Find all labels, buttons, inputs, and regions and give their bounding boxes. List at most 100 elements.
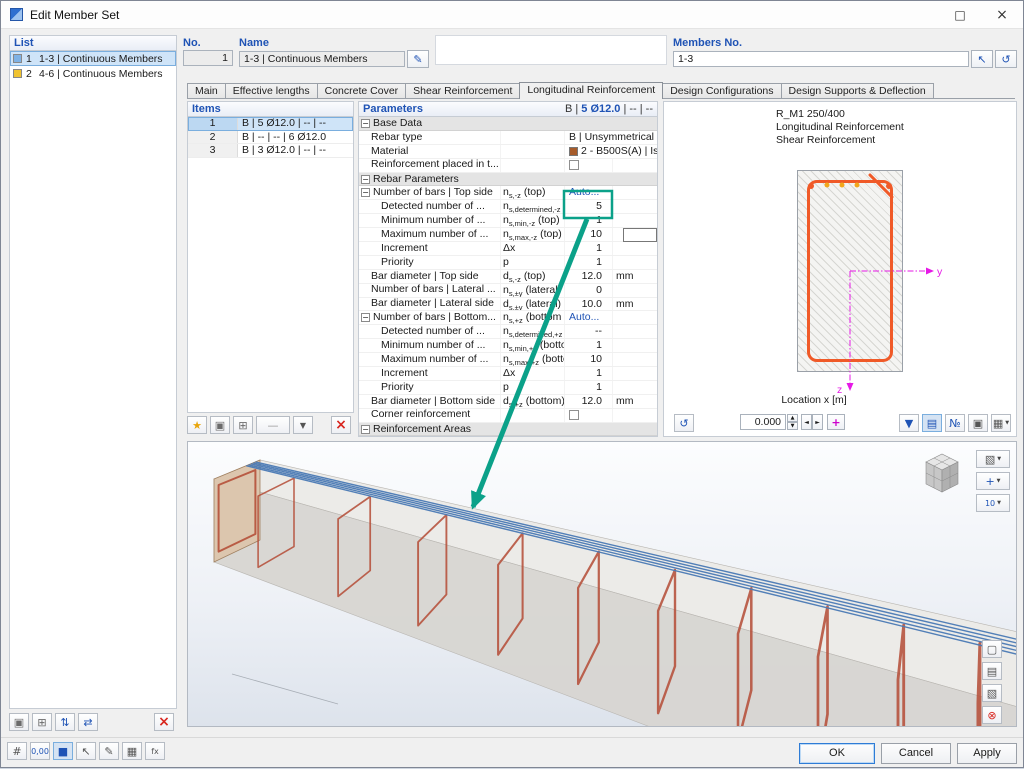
parameter-row[interactable]: Priorityp1 xyxy=(359,256,657,270)
parameter-row[interactable]: Corner reinforcement xyxy=(359,409,657,423)
parameter-value[interactable]: 2 - B500S(A) | Is... xyxy=(565,145,657,158)
parameter-value[interactable]: 1 xyxy=(565,339,613,352)
filter-button[interactable]: ▼ xyxy=(899,414,919,432)
tab-shear-reinforcement[interactable]: Shear Reinforcement xyxy=(405,83,520,98)
duplicate-entry-button[interactable]: ⊞ xyxy=(32,713,52,731)
parameter-section[interactable]: −Rebar Parameters xyxy=(359,173,657,187)
parameter-value[interactable]: -- xyxy=(565,325,613,338)
tab-design-configurations[interactable]: Design Configurations xyxy=(662,83,781,98)
snap-grid-button[interactable]: # xyxy=(7,742,27,760)
collapse-icon[interactable]: − xyxy=(361,188,370,197)
parameter-value[interactable]: B | Unsymmetrical xyxy=(565,131,657,144)
edit-name-button[interactable]: ✎ xyxy=(407,50,429,68)
items-more-button[interactable]: ▼ xyxy=(293,416,313,434)
parameter-value[interactable]: 0 xyxy=(565,284,613,297)
parameter-row[interactable]: Bar diameter | Top sideds,-z (top)12.0mm xyxy=(359,270,657,284)
collapse-icon[interactable]: − xyxy=(361,175,370,184)
parameter-value[interactable]: 1 xyxy=(565,242,613,255)
location-step-back[interactable]: ◄ xyxy=(801,414,812,430)
parameter-row[interactable]: Number of bars | Lateral ...ns,±y (later… xyxy=(359,284,657,298)
parameter-row[interactable]: Rebar typeB | Unsymmetrical xyxy=(359,131,657,145)
parameter-value[interactable]: 10 xyxy=(565,228,613,241)
formula-button[interactable]: fx xyxy=(145,742,165,760)
parameter-row[interactable]: Maximum number of ...ns,max,+z (bottom)1… xyxy=(359,353,657,367)
members-no-field[interactable]: 1-3 xyxy=(673,51,969,67)
reset-members-button[interactable]: ↺ xyxy=(995,50,1017,68)
pick-object-button[interactable]: ↖ xyxy=(76,742,96,760)
font-size-button[interactable]: 10▼ xyxy=(976,494,1010,512)
collapse-icon[interactable]: − xyxy=(361,119,370,128)
clipping-box-button[interactable]: ▧ xyxy=(982,684,1002,702)
list-entry[interactable]: 11-3 | Continuous Members xyxy=(10,51,176,66)
tab-longitudinal-reinforcement[interactable]: Longitudinal Reinforcement xyxy=(519,82,663,99)
result-tables-button[interactable]: ▦ xyxy=(122,742,142,760)
zoom-off-button[interactable]: ⊗ xyxy=(982,706,1002,724)
display-properties-button[interactable]: ▧▼ xyxy=(976,450,1010,468)
apply-button[interactable]: Apply xyxy=(957,743,1017,764)
checkbox[interactable] xyxy=(569,410,579,420)
parameter-value[interactable]: Auto... xyxy=(565,311,613,324)
location-x-input[interactable]: 0.000 xyxy=(740,414,786,430)
parameter-row[interactable]: Maximum number of ...ns,max,-z (top)10 xyxy=(359,228,657,242)
print-graphic-button[interactable]: ▦▼ xyxy=(991,414,1011,432)
mouse-mode-button[interactable]: ▢ xyxy=(982,640,1002,658)
location-spin-up[interactable]: ▲ xyxy=(787,414,798,422)
copy-item-settings-button[interactable]: ⊞ xyxy=(233,416,253,434)
cancel-button[interactable]: Cancel xyxy=(881,743,951,764)
parameter-row[interactable]: Detected number of ...ns,determined,+z (… xyxy=(359,325,657,339)
delete-item-button[interactable]: × xyxy=(331,416,351,434)
parameter-value[interactable]: 1 xyxy=(565,367,613,380)
parameter-row[interactable]: Minimum number of ...ns,min,+z (bottom)1 xyxy=(359,339,657,353)
parameter-row[interactable]: −Number of bars | Top sidens,-z (top)Aut… xyxy=(359,186,657,200)
navigation-cube[interactable] xyxy=(916,448,968,498)
collapse-icon[interactable]: − xyxy=(361,313,370,322)
3d-viewport[interactable]: ▧▼ +▼ 10▼ ▢ ▤ ▧ ⊗ xyxy=(187,441,1017,727)
parameter-row[interactable]: Bar diameter | Lateral sideds,±y (latera… xyxy=(359,298,657,312)
copy-graphic-button[interactable]: ▣ xyxy=(968,414,988,432)
units-button[interactable]: 0,00 xyxy=(30,742,50,760)
item-row[interactable]: 2B | -- | -- | 6 Ø12.0 xyxy=(188,131,353,145)
parameter-row[interactable]: IncrementΔx1 xyxy=(359,242,657,256)
parameter-row[interactable]: Reinforcement placed in t... xyxy=(359,159,657,173)
numbering-button[interactable]: № xyxy=(945,414,965,432)
edit-tool-button[interactable]: ✎ xyxy=(99,742,119,760)
tab-effective-lengths[interactable]: Effective lengths xyxy=(225,83,318,98)
parameter-value[interactable]: 1 xyxy=(565,381,613,394)
parameter-section[interactable]: −Base Data xyxy=(359,117,657,131)
location-spin-down[interactable]: ▼ xyxy=(787,422,798,430)
select-box-button[interactable]: ■ xyxy=(53,742,73,760)
parameter-value[interactable]: 12.0 xyxy=(565,270,613,283)
collapse-icon[interactable]: − xyxy=(361,425,370,434)
parameter-row[interactable]: IncrementΔx1 xyxy=(359,367,657,381)
refresh-preview-button[interactable]: ↺ xyxy=(674,414,694,432)
tab-main[interactable]: Main xyxy=(187,83,226,98)
parameter-value[interactable]: 1 xyxy=(565,214,613,227)
close-button[interactable]: × xyxy=(981,1,1023,29)
parameter-row[interactable]: Material2 - B500S(A) | Is... xyxy=(359,145,657,159)
parameter-row[interactable]: Bar diameter | Bottom sideds,+z (bottom)… xyxy=(359,395,657,409)
coordinate-systems-button[interactable]: +▼ xyxy=(976,472,1010,490)
item-row[interactable]: 3B | 3 Ø12.0 | -- | -- xyxy=(188,144,353,158)
renumber-entries-button[interactable]: ⇄ xyxy=(78,713,98,731)
parameter-value[interactable]: 10.0 xyxy=(565,298,613,311)
parameter-section[interactable]: −Reinforcement Areas xyxy=(359,423,657,437)
parameter-row[interactable]: −Number of bars | Bottom...ns,+z (bottom… xyxy=(359,311,657,325)
extend-item-button[interactable]: — xyxy=(256,416,290,434)
new-item-button[interactable]: ★ xyxy=(187,416,207,434)
name-field[interactable]: 1-3 | Continuous Members xyxy=(239,51,405,67)
parameter-value[interactable]: 1 xyxy=(565,256,613,269)
parameter-row[interactable]: Priorityp1 xyxy=(359,381,657,395)
location-step-forward[interactable]: ► xyxy=(812,414,823,430)
parameter-value[interactable]: 12.0 xyxy=(565,395,613,408)
pin-location-button[interactable]: + xyxy=(827,414,845,430)
view-settings-button[interactable]: ▤ xyxy=(922,414,942,432)
section-preview-panel[interactable]: R_M1 250/400 Longitudinal Reinforcement … xyxy=(663,101,1017,437)
parameter-value[interactable]: 10 xyxy=(565,353,613,366)
tab-design-supports-deflection[interactable]: Design Supports & Deflection xyxy=(781,83,934,98)
delete-entry-button[interactable]: × xyxy=(154,713,174,731)
print-3d-button[interactable]: ▤ xyxy=(982,662,1002,680)
parameter-value[interactable]: Auto... xyxy=(565,186,613,199)
parameter-row[interactable]: Detected number of ...ns,determined,-z (… xyxy=(359,200,657,214)
copy-item-button[interactable]: ▣ xyxy=(210,416,230,434)
tab-concrete-cover[interactable]: Concrete Cover xyxy=(317,83,407,98)
